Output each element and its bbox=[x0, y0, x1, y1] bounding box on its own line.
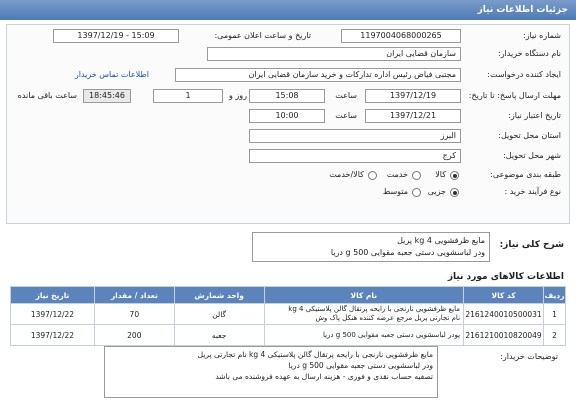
category-option-goods-service: کالا/خدمت bbox=[329, 170, 364, 179]
category-radio-service[interactable] bbox=[412, 171, 421, 180]
city-label: شهر محل تحویل: bbox=[503, 151, 561, 160]
province-label: استان محل تحویل: bbox=[498, 131, 561, 140]
item-name-line-2: نام تجارتی پریل مرجع عرضه کننده هنکل پاک… bbox=[315, 314, 461, 322]
item-name-line-1: پودر لباسشویی دستی جعبه مقوایی 500 g دری… bbox=[322, 330, 461, 339]
col-header-date: تاریخ نیاز bbox=[10, 286, 95, 304]
table-row: 1 2161240010500031 مایع ظرفشویی نارنجی ب… bbox=[10, 303, 566, 325]
item-qty: 70 bbox=[93, 303, 175, 325]
item-code: 2161240010500031 bbox=[463, 303, 545, 325]
col-header-qty: تعداد / مقدار bbox=[93, 286, 175, 304]
table-row: 2 2161210010820049 پودر لباسشویی دستی جع… bbox=[10, 324, 566, 346]
items-section-title: اطلاعات کالاهای مورد نیاز bbox=[447, 272, 564, 282]
creator-field[interactable]: مجتبی فیاض رئیس اداره تدارکات و خرید ساز… bbox=[175, 68, 461, 82]
category-label: طبقه بندی موضوعی: bbox=[490, 170, 561, 179]
item-date: 1397/12/22 bbox=[10, 324, 95, 346]
item-name-line-1: مایع ظرفشویی نارنجی با رایحه پرتقال گالن… bbox=[288, 305, 461, 313]
page-header: جزئیات اطلاعات نیاز bbox=[0, 0, 576, 20]
page-title: جزئیات اطلاعات نیاز bbox=[477, 5, 568, 15]
description-field: مایع ظرفشویی 4 kg پریل ودر لباسشویی دستی… bbox=[252, 232, 490, 262]
deadline-time-field[interactable]: 15:08 bbox=[249, 89, 325, 103]
notes-line-3: تصفیه حساب نقدی و فوری - هزینه ارسال به … bbox=[215, 372, 433, 381]
days-label: روز و bbox=[229, 91, 247, 100]
purchase-option-minor: جزیی bbox=[427, 187, 446, 196]
items-table: ردیف کد کالا نام کالا واحد شمارش تعداد /… bbox=[10, 286, 566, 346]
buyer-notes-field: مایع ظرفشویی نارنجی با رایحه پرتقال گالن… bbox=[104, 346, 438, 398]
announce-date-label: تاریخ و ساعت اعلان عمومی: bbox=[214, 31, 311, 40]
announce-date-field[interactable]: 1397/12/19 - 15:09 bbox=[53, 29, 179, 43]
notes-line-2: ودر لباسشویی دستی جعبه مقوایی 500 g دریا bbox=[288, 361, 433, 370]
validity-time-label: ساعت bbox=[335, 111, 357, 120]
purchase-type-label: نوع فرآیند خرید : bbox=[504, 187, 561, 196]
item-date: 1397/12/22 bbox=[10, 303, 95, 325]
item-name: مایع ظرفشویی نارنجی با رایحه پرتقال گالن… bbox=[263, 303, 465, 325]
purchase-radio-medium[interactable] bbox=[412, 188, 421, 197]
buyer-notes-label: توضیحات خریدار: bbox=[500, 352, 558, 361]
row-number: 2 bbox=[543, 324, 566, 346]
validity-date-field[interactable]: 1397/12/21 bbox=[365, 109, 461, 123]
city-field[interactable]: کرج bbox=[249, 149, 461, 163]
deadline-label: مهلت ارسال پاسخ: تا تاریخ: bbox=[468, 91, 561, 100]
need-number-label: شماره نیاز: bbox=[523, 31, 561, 40]
category-radio-goods-service[interactable] bbox=[368, 171, 377, 180]
col-header-row-number: ردیف bbox=[543, 286, 566, 304]
category-radio-goods[interactable] bbox=[450, 171, 459, 180]
col-header-unit: واحد شمارش bbox=[173, 286, 265, 304]
row-number: 1 bbox=[543, 303, 566, 325]
remaining-time-field: 18:45:46 bbox=[83, 89, 131, 103]
purchase-option-medium: متوسط bbox=[382, 187, 408, 196]
validity-time-field[interactable]: 10:00 bbox=[249, 109, 325, 123]
need-number-field[interactable]: 1197004068000265 bbox=[341, 29, 461, 43]
description-line-2: ودر لباسشویی دستی جعبه مقوایی 500 g دریا bbox=[330, 248, 485, 257]
province-field[interactable]: البرز bbox=[249, 129, 461, 143]
description-label: شرح کلی نیاز: bbox=[499, 240, 564, 250]
creator-label: ایجاد کننده درخواست: bbox=[487, 70, 561, 79]
col-header-name: نام کالا bbox=[263, 286, 465, 304]
deadline-date-field[interactable]: 1397/12/19 bbox=[365, 89, 461, 103]
description-row: شرح کلی نیاز: مایع ظرفشویی 4 kg پریل ودر… bbox=[6, 232, 570, 262]
buyer-label: نام دستگاه خریدار: bbox=[498, 49, 561, 58]
col-header-code: کد کالا bbox=[463, 286, 545, 304]
category-option-service: خدمت bbox=[386, 170, 408, 179]
purchase-radio-minor[interactable] bbox=[450, 188, 459, 197]
validity-label: تاریخ اعتبار نیاز: bbox=[508, 111, 561, 120]
category-option-goods: کالا bbox=[435, 170, 446, 179]
item-unit: گالن bbox=[173, 303, 265, 325]
item-qty: 200 bbox=[93, 324, 175, 346]
deadline-time-label: ساعت bbox=[335, 91, 357, 100]
item-name: پودر لباسشویی دستی جعبه مقوایی 500 g دری… bbox=[263, 324, 465, 346]
notes-line-1: مایع ظرفشویی نارنجی با رایحه پرتقال گالن… bbox=[197, 350, 433, 359]
buyer-field[interactable]: سازمان قضایی ایران bbox=[207, 47, 461, 61]
remaining-time-label: ساعت باقی مانده bbox=[17, 91, 77, 100]
item-unit: جعبه bbox=[173, 324, 265, 346]
table-header-row: ردیف کد کالا نام کالا واحد شمارش تعداد /… bbox=[10, 286, 566, 304]
description-line-1: مایع ظرفشویی 4 kg پریل bbox=[397, 236, 485, 245]
need-details-panel: شماره نیاز: 1197004068000265 تاریخ و ساع… bbox=[6, 24, 570, 224]
item-code: 2161210010820049 bbox=[463, 324, 545, 346]
buyer-contact-link[interactable]: اطلاعات تماس خریدار bbox=[75, 70, 149, 79]
remaining-days-field: 1 bbox=[153, 89, 223, 103]
